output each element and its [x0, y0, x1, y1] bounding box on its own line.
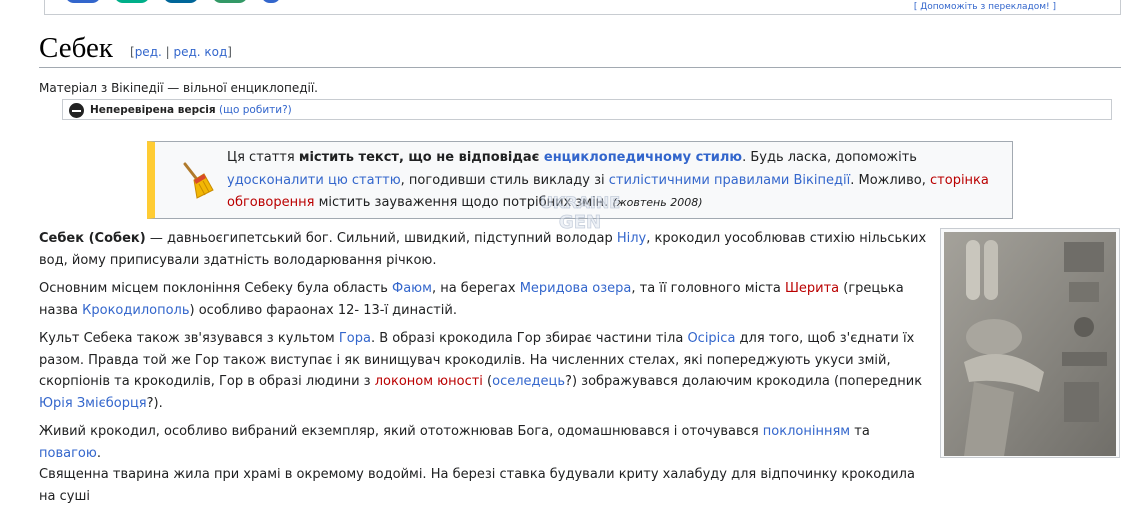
nile-link[interactable]: Нілу	[617, 231, 646, 246]
paragraph-1: Себек (Собек) — давньоєгипетський бог. С…	[39, 228, 929, 271]
teal-logo-icon	[163, 0, 200, 3]
paragraph-2: Основним місцем поклоніння Себеку була о…	[39, 278, 929, 321]
p2-text-e: ) особливо фараонах 12- 13-ї династій.	[189, 302, 457, 318]
article-content: Себек (Собек) — давньоєгипетський бог. С…	[39, 228, 929, 514]
translation-banner: [ Допоможіть з перекладом! ]	[44, 0, 1121, 15]
blue-logo-icon	[65, 0, 101, 3]
paragraph-4: Живий крокодил, особливо вибраний екземп…	[39, 421, 929, 507]
paragraph-3: Культ Себека також зв'язувався з культом…	[39, 328, 929, 414]
unreviewed-version-box: Неперевірена версія (що робити?)	[62, 99, 1112, 120]
green-logo-icon	[114, 0, 151, 3]
help-translate-link[interactable]: [ Допоможіть з перекладом! ]	[914, 2, 1056, 12]
p4-text-line2: Священна тварина жила при храмі в окремо…	[39, 467, 915, 504]
p3-text-f: ?).	[146, 395, 163, 411]
sobek-relief-image	[944, 232, 1116, 456]
respect-link[interactable]: повагою	[39, 446, 97, 461]
p4-text-c: .	[96, 445, 101, 461]
lock-of-youth-link[interactable]: локоном юності	[375, 374, 483, 389]
edit-separator: |	[161, 45, 174, 59]
encyclopedic-style-link[interactable]: енциклопедичному стилю	[544, 150, 742, 165]
infobox-image[interactable]	[940, 228, 1120, 458]
horus-link[interactable]: Гора	[339, 331, 371, 346]
osiris-link[interactable]: Осіріса	[687, 331, 735, 346]
p4-text-a: Живий крокодил, особливо вибраний екземп…	[39, 424, 763, 439]
edit-link[interactable]: ред.	[135, 45, 162, 59]
minus-circle-icon	[69, 103, 84, 118]
what-to-do-link[interactable]: (що робити?)	[219, 104, 292, 116]
p4-text-b: та	[850, 424, 870, 439]
style-rules-link[interactable]: стилістичними правилами Вікіпедії	[609, 173, 850, 188]
banner-logos	[65, 0, 289, 7]
unreviewed-version-link[interactable]: Неперевірена версія	[90, 104, 216, 116]
site-subtitle: Матеріал з Вікіпедії — вільної енциклопе…	[39, 81, 318, 95]
p3-text-b: . В образі крокодила Гор збирає частини …	[370, 331, 688, 346]
partial-logo-icon	[261, 0, 282, 3]
moeris-lake-link[interactable]: Меридова озера	[520, 281, 632, 296]
crocodilopolis-link[interactable]: Крокодилополь	[82, 303, 189, 318]
notice-text-bold: містить текст, що не відповідає	[298, 150, 544, 165]
notice-text-4: . Можливо,	[850, 172, 931, 188]
unreviewed-version-label: Неперевірена версія	[90, 104, 216, 116]
oseledets-link[interactable]: оселедець	[492, 374, 565, 389]
notice-text-1: Ця стаття	[227, 150, 299, 165]
svg-text:UKRAINE: UKRAINE	[540, 193, 620, 212]
article-subject: Себек (Собек)	[39, 231, 146, 246]
worship-link[interactable]: поклонінням	[763, 424, 850, 439]
edit-section-links: [ред. | ред. код]	[130, 45, 232, 59]
p2-text-c: , та її головного міста	[631, 281, 785, 296]
bracket-close: ]	[227, 45, 232, 59]
notice-text-3: , погодивши стиль викладу зі	[400, 172, 609, 188]
sherit-link[interactable]: Шерита	[785, 281, 839, 296]
notice-text-2: . Будь ласка, допоможіть	[742, 150, 917, 165]
broom-icon	[183, 162, 214, 199]
fayum-link[interactable]: Фаюм	[392, 281, 432, 296]
p2-text-a: Основним місцем поклоніння Себеку була о…	[39, 281, 393, 296]
green2-logo-icon	[212, 0, 249, 3]
page-title: Себек	[39, 32, 113, 64]
saint-george-link[interactable]: Юрія Змієборця	[39, 396, 147, 411]
edit-source-link[interactable]: ред. код	[173, 45, 227, 59]
title-divider	[39, 67, 1121, 68]
p1-text-a: — давньоєгипетський бог. Сильний, швидки…	[145, 231, 617, 246]
p3-text-a: Культ Себека також зв'язувався з культом	[39, 331, 339, 346]
p2-text-b: , на берегах	[431, 281, 520, 296]
p3-text-d: (	[482, 374, 493, 389]
p3-text-e: ?) зображувався долаючим крокодила (попе…	[565, 374, 923, 389]
improve-article-link[interactable]: удосконалити цю статтю	[227, 173, 401, 188]
